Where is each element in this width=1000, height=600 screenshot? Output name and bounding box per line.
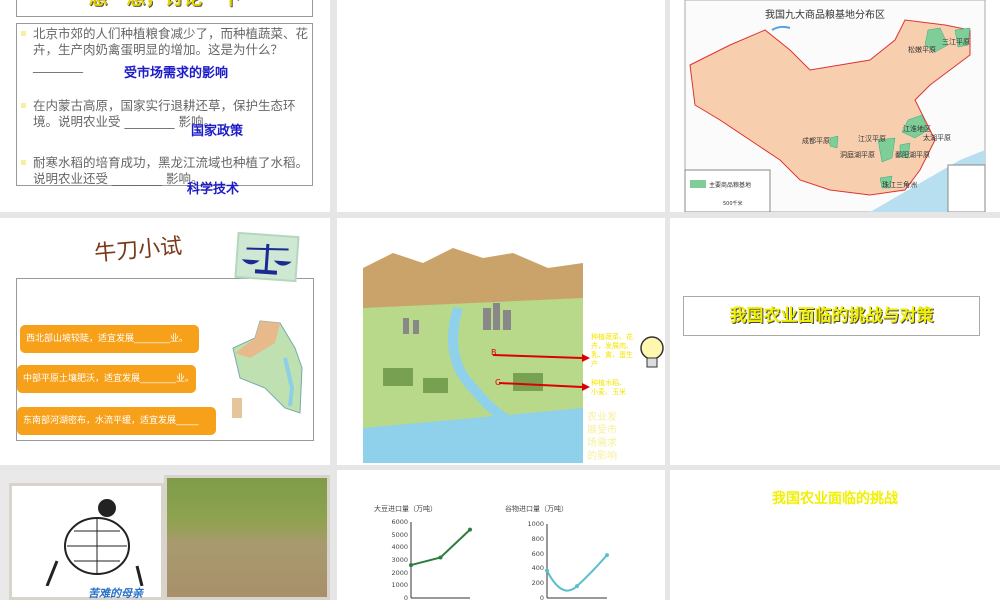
y-tick-label: 800 [531, 534, 544, 543]
slide-thumbnail-9[interactable]: 我国农业面临的挑战 [670, 470, 1000, 600]
title-box: 我国农业面临的挑战与对策 [683, 296, 980, 336]
scales-icon [234, 231, 300, 283]
region-label: 江汉平原 [858, 135, 886, 143]
y-tick-label: 200 [531, 579, 544, 588]
y-tick-label: 600 [531, 549, 544, 558]
marker-b: B [491, 348, 497, 357]
answer-2: 国家政策 [191, 124, 244, 139]
bullet-3: 耐寒水稻的培育成功，黑龙江流域也种植了水稻。说明农业还受 ________ 影响… [21, 155, 309, 186]
slide-thumbnail-4[interactable]: 牛刀小试 西北部山坡较陡，适宜发展________业。 中部平原土壤肥沃，适宜发… [0, 218, 330, 465]
region-label: 鄱阳湖平原 [895, 151, 930, 159]
slide-thumbnail-7[interactable]: 苦难的母亲 [0, 470, 330, 600]
slide-title: 我国农业面临的挑战与对策 [729, 306, 934, 326]
cartoon-caption: 苦难的母亲 [88, 587, 143, 600]
terrain-map [232, 320, 303, 418]
data-point [409, 563, 413, 568]
region-label: 松嫩平原 [908, 46, 936, 54]
data-point [545, 568, 549, 573]
marker-c: C [495, 378, 501, 387]
map-legend: 主要商品粮基地 [709, 182, 752, 189]
region-label: 三江平原 [942, 38, 970, 46]
title-box: 想一想，讨论一下 [16, 0, 313, 17]
question-3: 东南部河湖密布，水流平缓，适宜发展_____业。 [17, 407, 216, 454]
data-point [575, 584, 579, 589]
series-line [410, 528, 471, 567]
bullet-2: 在内蒙古高原，国家实行退耕还草，保护生态环境。说明农业受 ________ 影响… [21, 98, 308, 130]
slide-title: 想一想，讨论一下 [17, 0, 312, 10]
light-bulb-icon [640, 336, 664, 368]
question-1: 西北部山坡较陡，适宜发展________业。 [20, 325, 199, 353]
answer-3: 科学技术 [187, 182, 240, 197]
region-label: 成都平原 [802, 137, 830, 145]
y-tick-label: 1000 [527, 520, 544, 528]
slide-thumbnail-6[interactable]: 我国农业面临的挑战与对策 [670, 218, 1000, 465]
map-scale: 500千米 [723, 201, 743, 207]
map-title: 我国九大商品粮基地分布区 [765, 10, 885, 21]
flooded-field-photo [164, 475, 330, 600]
label-c: 种植水稻、小麦、玉米 [591, 379, 626, 396]
arrows [492, 354, 590, 391]
note-text: 农业发展受市场需求的影响 [587, 412, 617, 462]
slide-thumbnail-5[interactable]: B C 种植蔬菜、花卉，发展肉、乳、禽、蛋生产 种植水稻、小麦、玉米 农业发展受… [337, 218, 665, 465]
slide-title: 牛刀小试 [93, 234, 184, 267]
answer-1: 受市场需求的影响 [124, 66, 229, 81]
question-2: 中部平原土壤肥沃，适宜发展________业。 [17, 365, 196, 393]
region-label: 珠江三角洲 [882, 181, 917, 189]
y-tick-label: 4000 [391, 543, 408, 552]
region-label: 洞庭湖平原 [840, 151, 875, 159]
slide-title: 我国农业面临的挑战 [772, 491, 898, 507]
data-point [605, 553, 609, 558]
region-label: 太湖平原 [923, 134, 951, 142]
slide-thumbnail-3[interactable]: 我国九大商品粮基地分布区 主要商品粮基地 500千米 三江平原 松嫩平原 江淮地… [670, 0, 1000, 212]
y-tick-label: 6000 [391, 518, 408, 526]
y-tick-label: 1000 [391, 581, 408, 590]
slide-thumbnail-1[interactable]: 想一想，讨论一下 北京市郊的人们种植粮食减少了，而种植蔬菜、花卉，生产肉奶禽蛋明… [0, 0, 330, 212]
data-point [468, 527, 472, 532]
data-point [438, 555, 443, 560]
y-tick-label: 5000 [391, 530, 408, 539]
slide-thumbnail-2[interactable] [337, 0, 665, 212]
y-tick-label: 400 [531, 564, 544, 573]
y-tick-label: 0 [403, 594, 408, 600]
y-tick-label: 3000 [391, 556, 408, 564]
cartoon-image: 苦难的母亲 [9, 483, 164, 600]
slide-thumbnail-8[interactable]: 大豆进口量（万吨） 谷物进口量（万吨） 6000 5000 4000 3000 2000… [337, 470, 665, 600]
label-a: 种植蔬菜、花卉，发展肉、乳、禽、蛋生产 [591, 333, 633, 368]
y-tick-label: 0 [539, 594, 544, 600]
y-tick-label: 2000 [391, 568, 408, 577]
